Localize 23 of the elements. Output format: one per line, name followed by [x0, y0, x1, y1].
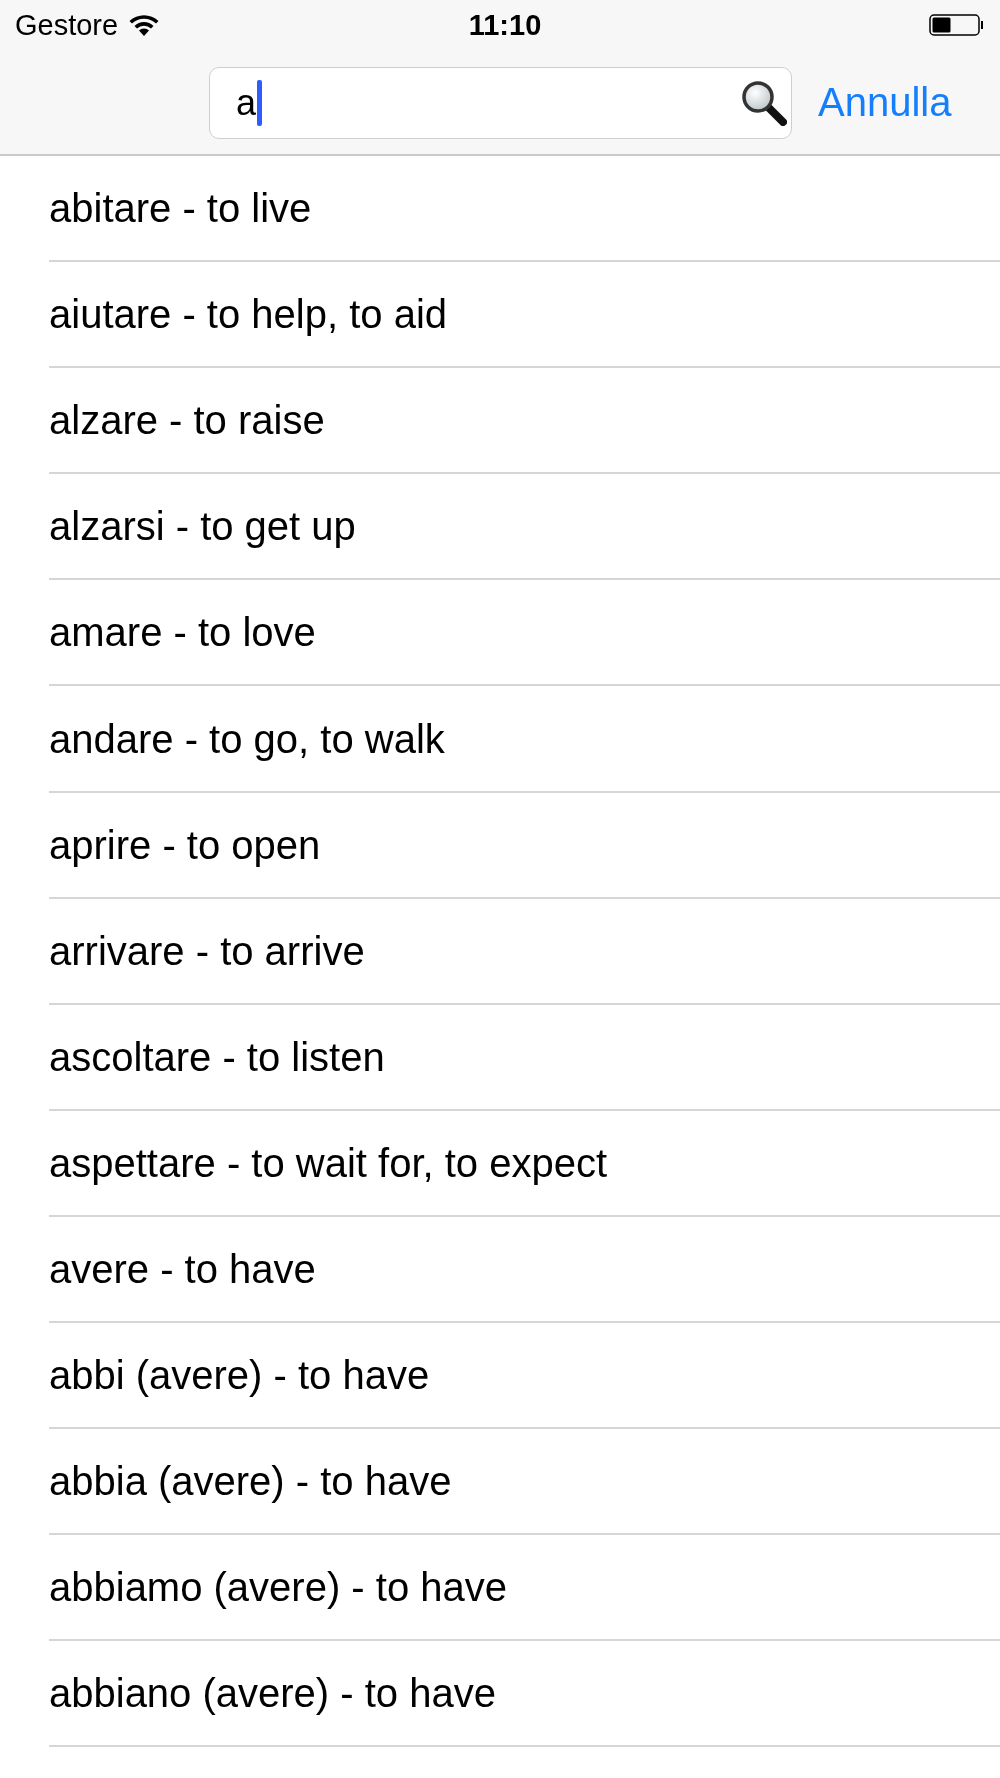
list-item[interactable]: abbia (avere) - to have: [49, 1461, 452, 1502]
search-icon: [741, 79, 787, 126]
list-item[interactable]: abitare - to live: [49, 188, 312, 229]
list-item[interactable]: amare - to love: [49, 612, 316, 653]
list-item[interactable]: aiutare - to help, to aid: [49, 294, 448, 335]
list-item[interactable]: aspettare - to wait for, to expect: [49, 1142, 608, 1183]
list-item[interactable]: arrivare - to arrive: [49, 930, 365, 971]
list-item[interactable]: andare - to go, to walk: [49, 718, 445, 759]
list-item[interactable]: ascoltare - to listen: [49, 1036, 385, 1077]
search-field[interactable]: a: [209, 66, 792, 139]
carrier-name: Gestore: [15, 10, 119, 40]
list-item[interactable]: abbiano (avere) - to have: [49, 1673, 496, 1714]
list-item[interactable]: avere - to have: [49, 1249, 316, 1289]
list-item[interactable]: alzare - to raise: [49, 400, 325, 441]
cancel-button[interactable]: Annulla: [818, 82, 952, 122]
battery-icon: [929, 14, 985, 36]
list-item[interactable]: abbi (avere) - to have: [49, 1355, 430, 1396]
status-time: 11:10: [467, 10, 542, 40]
list-item[interactable]: aprire - to open: [49, 824, 321, 865]
list-item[interactable]: alzarsi - to get up: [49, 506, 356, 547]
list-item[interactable]: abbiamo (avere) - to have: [49, 1567, 507, 1608]
text-cursor-icon: [257, 79, 263, 126]
wifi-icon: [128, 14, 161, 36]
